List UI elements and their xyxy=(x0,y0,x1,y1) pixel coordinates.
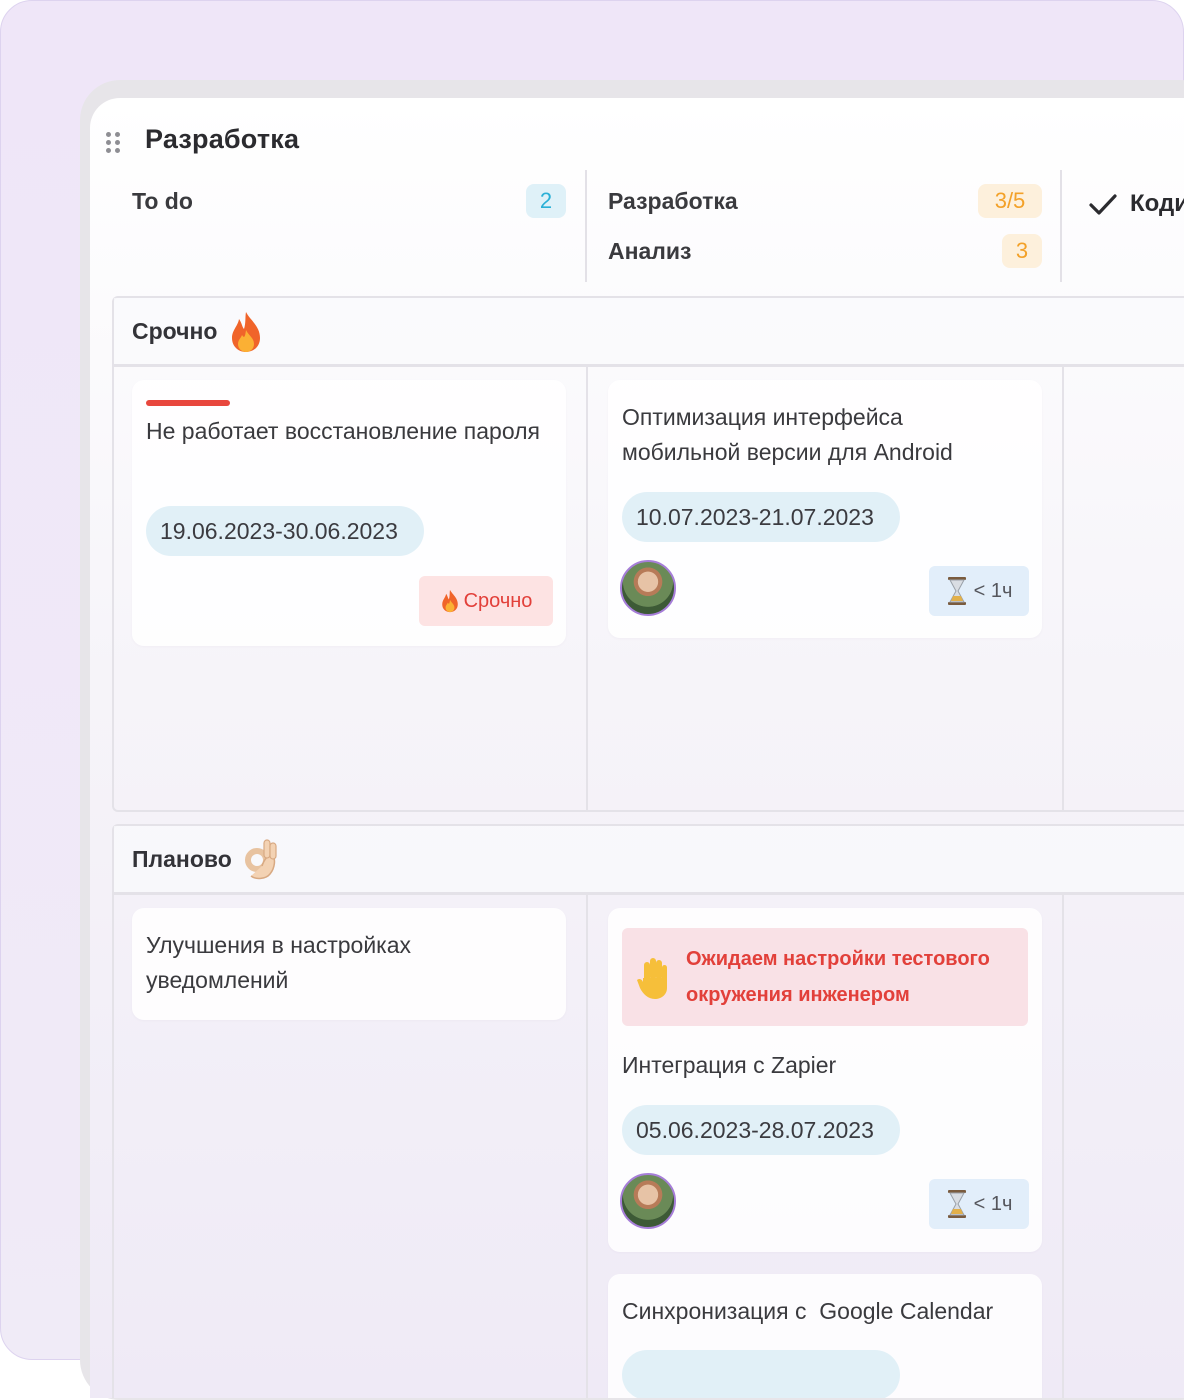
lane-divider xyxy=(1062,895,1064,1398)
swimlane-header[interactable]: Планово xyxy=(114,826,1184,895)
urgent-tag[interactable]: Срочно xyxy=(419,576,553,626)
column-analysis-label[interactable]: Анализ xyxy=(608,238,691,265)
lane-divider xyxy=(586,895,588,1398)
time-estimate-tag: < 1ч xyxy=(929,1179,1029,1229)
column-dev-count: 3/5 xyxy=(978,184,1042,218)
task-date-range: 05.06.2023-28.07.2023 xyxy=(622,1105,900,1155)
task-card[interactable]: Не работает восстановление пароля 19.06.… xyxy=(132,380,566,646)
task-date-range xyxy=(622,1350,900,1398)
swimlane-title: Срочно xyxy=(132,318,218,344)
lane-divider xyxy=(1062,367,1064,810)
task-date-range: 19.06.2023-30.06.2023 xyxy=(146,506,424,556)
time-estimate-label: < 1ч xyxy=(973,1192,1013,1215)
task-title: Улучшения в настройках уведомлений xyxy=(146,932,412,993)
board-panel: Разработка To do 2 Разработка 3/5 Анализ… xyxy=(90,98,1184,1398)
swimlane-planned: Планово Улучшения в настройках уведомлен… xyxy=(112,824,1184,1398)
column-coding-label[interactable]: Коди xyxy=(1130,190,1184,218)
swimlane-urgent: Срочно Не работает восстановление пароля… xyxy=(112,296,1184,812)
task-card[interactable]: Синхронизация с Google Calendar xyxy=(608,1274,1042,1398)
checkmark-icon xyxy=(1089,194,1117,215)
column-todo-label[interactable]: To do xyxy=(132,188,193,215)
task-card[interactable]: Оптимизация интерфейса мобильной версии … xyxy=(608,380,1042,638)
swimlane-header[interactable]: Срочно xyxy=(114,298,1184,367)
fire-icon xyxy=(232,312,260,352)
task-title: Оптимизация интерфейса мобильной версии … xyxy=(622,404,953,465)
fire-icon xyxy=(441,589,458,613)
time-estimate-label: < 1ч xyxy=(973,579,1013,602)
priority-bar xyxy=(146,400,230,406)
task-card[interactable]: Улучшения в настройках уведомлений xyxy=(132,908,566,1020)
time-estimate-tag: < 1ч xyxy=(929,566,1029,616)
assignee-avatar[interactable] xyxy=(620,560,676,616)
ok-hand-icon xyxy=(245,839,277,880)
urgent-tag-label: Срочно xyxy=(463,589,533,612)
blocker-notice: Ожидаем настройки тестового окружения ин… xyxy=(622,928,1028,1026)
assignee-avatar[interactable] xyxy=(620,1173,676,1229)
raised-hand-icon xyxy=(637,958,667,999)
task-title: Интеграция с Zapier xyxy=(622,1052,837,1078)
task-card[interactable]: Ожидаем настройки тестового окружения ин… xyxy=(608,908,1042,1252)
column-divider xyxy=(585,170,587,282)
hourglass-icon xyxy=(947,1190,966,1218)
column-divider xyxy=(1060,170,1062,282)
task-date-range: 10.07.2023-21.07.2023 xyxy=(622,492,900,542)
blocker-text: Ожидаем настройки тестового окружения ин… xyxy=(686,948,990,1006)
task-title: Синхронизация с Google Calendar xyxy=(622,1298,994,1324)
column-analysis-count: 3 xyxy=(1002,234,1042,268)
task-title: Не работает восстановление пароля xyxy=(146,418,540,444)
column-todo-count: 2 xyxy=(526,184,566,218)
board-title: Разработка xyxy=(145,124,300,154)
hourglass-icon xyxy=(947,577,966,605)
swimlane-title: Планово xyxy=(132,846,232,872)
drag-handle-icon[interactable] xyxy=(106,130,124,154)
column-dev-label[interactable]: Разработка xyxy=(608,188,738,215)
lane-divider xyxy=(586,367,588,810)
